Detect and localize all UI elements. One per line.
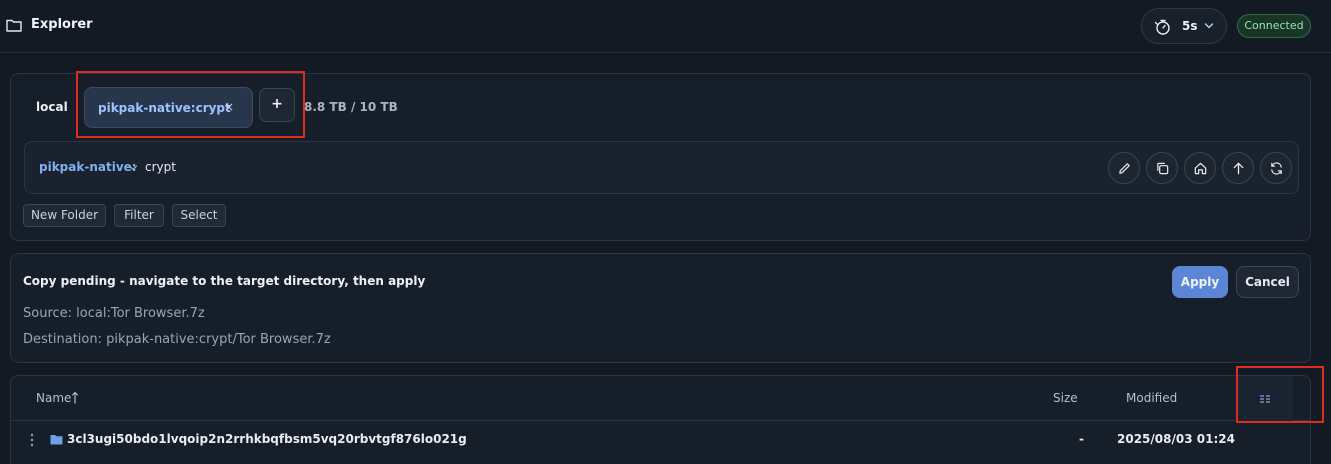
chevron-down-icon[interactable] [128,163,138,173]
column-header-size[interactable]: Size [1053,391,1078,405]
refresh-icon [1270,161,1282,175]
file-name[interactable]: 3cl3ugi50bdo1lvqoip2n2rrhkbqfbsm5vq20rbv… [67,432,467,446]
page-title: Explorer [31,17,93,32]
pending-destination: Destination: pikpak-native:crypt/Tor Bro… [23,332,331,347]
breadcrumb: pikpak-native: crypt [24,141,1299,194]
table-header: Name Size Modified [11,376,1310,421]
breadcrumb-segment[interactable]: crypt [145,160,176,174]
remote-tab-active[interactable]: pikpak-native:crypt × [84,87,253,128]
file-modified: 2025/08/03 01:24 [1117,432,1235,446]
timer-icon [1154,19,1170,35]
columns-toggle-button[interactable] [1237,376,1293,421]
new-folder-button[interactable]: New Folder [23,204,106,227]
filter-button[interactable]: Filter [114,204,164,227]
rename-button[interactable] [1108,152,1140,184]
arrow-up-icon [1233,162,1243,174]
refresh-interval-value: 5s [1182,19,1198,33]
cancel-button[interactable]: Cancel [1236,266,1299,298]
add-remote-button[interactable]: + [259,88,295,122]
home-icon [1194,162,1206,174]
sort-up-icon[interactable] [71,391,79,404]
remote-tab-label: pikpak-native:crypt [98,101,231,115]
remote-browser-panel: local pikpak-native:crypt × + 8.8 TB / 1… [10,73,1311,241]
refresh-button[interactable] [1260,152,1292,184]
copy-pending-panel: Copy pending - navigate to the target di… [10,253,1311,363]
parent-directory-button[interactable] [1222,152,1254,184]
kebab-icon[interactable] [29,433,35,447]
table-row[interactable]: 3cl3ugi50bdo1lvqoip2n2rrhkbqfbsm5vq20rbv… [11,422,1310,458]
folder-icon [50,435,63,445]
top-bar: Explorer 5s Connected [0,0,1331,53]
folder-icon [6,19,22,32]
storage-usage: 8.8 TB / 10 TB [304,100,398,114]
column-header-name[interactable]: Name [36,391,71,405]
apply-button[interactable]: Apply [1172,266,1228,298]
file-size: - [1079,432,1084,446]
columns-icon [1260,394,1270,403]
home-button[interactable] [1184,152,1216,184]
status-badge: Connected [1237,14,1311,38]
refresh-interval-select[interactable]: 5s [1141,8,1227,44]
select-button[interactable]: Select [172,204,226,227]
breadcrumb-remote[interactable]: pikpak-native: [39,160,137,174]
close-tab-button[interactable]: × [224,100,234,114]
pending-source: Source: local:Tor Browser.7z [23,306,205,321]
file-table: Name Size Modified 3cl3ugi50bdo1lvqoip2n… [10,375,1311,464]
remote-tab-local[interactable]: local [36,100,68,114]
pencil-icon [1118,162,1130,174]
column-header-modified[interactable]: Modified [1126,391,1177,405]
chevron-down-icon [1204,23,1214,29]
copy-icon [1156,162,1168,174]
pending-title: Copy pending - navigate to the target di… [23,274,426,288]
copy-path-button[interactable] [1146,152,1178,184]
